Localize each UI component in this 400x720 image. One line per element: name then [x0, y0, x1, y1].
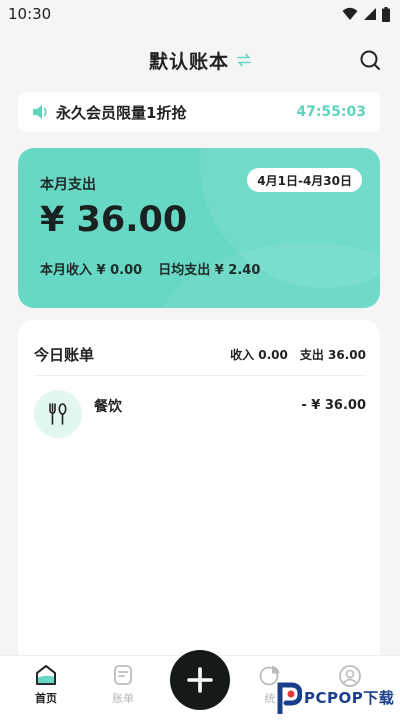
- watermark-text: PCPOP下载: [304, 688, 395, 707]
- date-range-badge[interactable]: 4月1日-4月30日: [247, 168, 362, 192]
- promo-banner[interactable]: 永久会员限量1折抢 47:55:03: [18, 92, 380, 132]
- divider: [34, 375, 366, 376]
- monthly-expense-label: 本月支出: [40, 177, 96, 193]
- swap-ledger-icon[interactable]: [237, 53, 251, 67]
- add-bill-button[interactable]: [170, 650, 230, 710]
- today-expense: 支出 36.00: [299, 347, 366, 362]
- promo-text: 永久会员限量1折抢: [56, 103, 187, 122]
- search-button[interactable]: [358, 48, 382, 72]
- plus-icon: [187, 667, 213, 693]
- status-time: 10:30: [8, 5, 52, 23]
- nav-home[interactable]: 首页: [16, 664, 76, 706]
- signal-icon: [364, 8, 376, 20]
- battery-icon: [382, 6, 390, 22]
- daily-average-expense: 日均支出 ¥ 2.40: [158, 263, 261, 278]
- entry-amount: - ¥ 36.00: [301, 398, 366, 413]
- nav-bills[interactable]: 账单: [93, 664, 153, 706]
- promo-countdown: 47:55:03: [296, 104, 366, 120]
- monthly-income: 本月收入 ¥ 0.00: [40, 263, 143, 278]
- today-totals: 收入 0.00 支出 36.00: [230, 346, 366, 363]
- nav-home-label: 首页: [35, 692, 57, 705]
- app-header: 默认账本: [0, 38, 400, 82]
- speaker-icon: [33, 105, 47, 119]
- entry-category: 餐饮: [94, 399, 122, 415]
- today-bills-title: 今日账单: [34, 345, 95, 364]
- pcpop-logo-icon: [277, 682, 302, 714]
- today-bills-card: 今日账单 收入 0.00 支出 36.00 餐饮 - ¥ 36.00: [18, 320, 380, 680]
- fork-spoon-icon: [34, 390, 82, 438]
- bill-entry[interactable]: 餐饮 - ¥ 36.00: [34, 390, 366, 440]
- status-bar: 10:30: [0, 0, 400, 28]
- bill-icon: [114, 665, 132, 685]
- search-icon: [360, 50, 380, 70]
- wifi-icon: [342, 7, 358, 20]
- monthly-stats: 本月收入 ¥ 0.00 日均支出 ¥ 2.40: [40, 259, 260, 278]
- today-income: 收入 0.00: [230, 347, 288, 362]
- ledger-title[interactable]: 默认账本: [149, 47, 229, 74]
- home-icon: [36, 665, 56, 685]
- monthly-summary-card[interactable]: 本月支出 4月1日-4月30日 ¥ 36.00 本月收入 ¥ 0.00 日均支出…: [18, 148, 380, 308]
- monthly-expense-amount: ¥ 36.00: [40, 200, 188, 240]
- nav-bills-label: 账单: [112, 692, 134, 705]
- watermark: PCPOP下载: [274, 680, 394, 714]
- status-icons: [342, 6, 390, 22]
- today-bills-header: 今日账单 收入 0.00 支出 36.00: [34, 344, 366, 364]
